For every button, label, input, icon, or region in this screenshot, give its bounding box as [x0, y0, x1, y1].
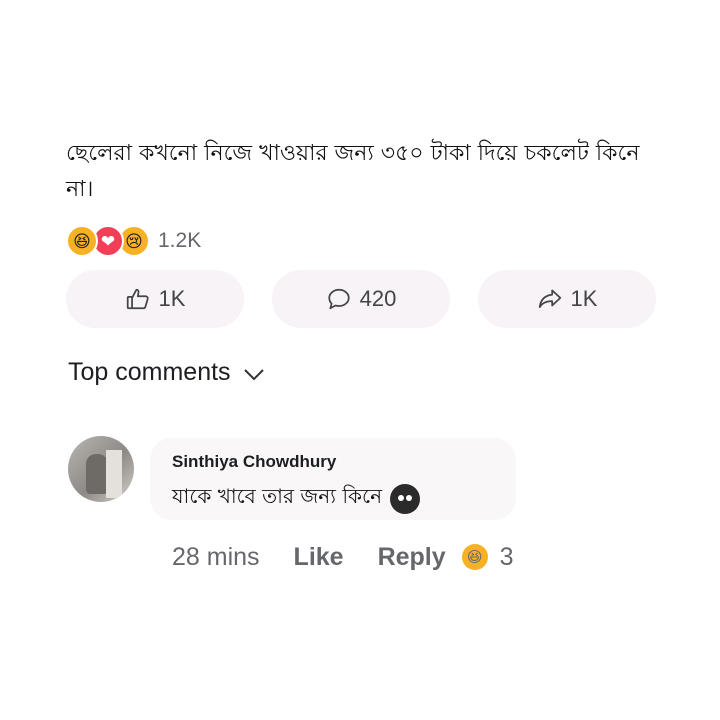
- like-button[interactable]: 1K: [66, 270, 244, 328]
- comment-like-button[interactable]: Like: [294, 543, 344, 572]
- chevron-down-icon: [243, 368, 264, 380]
- action-bar: 1K 420 1K: [66, 270, 656, 328]
- top-comments-filter[interactable]: Top comments: [68, 358, 265, 387]
- haha-icon[interactable]: 😆: [461, 544, 488, 570]
- share-count: 1K: [570, 286, 598, 311]
- comment-icon: [328, 288, 350, 310]
- avatar-figure: [86, 454, 108, 494]
- share-button[interactable]: 1K: [478, 270, 656, 328]
- comment-time: 28 mins: [172, 542, 260, 571]
- new-moon-face-icon: [390, 483, 421, 514]
- comment-reply-button[interactable]: Reply: [378, 543, 446, 572]
- like-count: 1K: [158, 286, 186, 311]
- comment-meta: 28 mins Like Reply 😆 3: [172, 540, 514, 574]
- comment-author[interactable]: Sinthiya Chowdhury: [172, 452, 336, 472]
- comment-body: যাকে খাবে তার জন্য কিনে: [172, 482, 421, 515]
- share-icon: [538, 289, 561, 308]
- comment-reaction-count[interactable]: 3: [500, 543, 514, 572]
- thumbs-up-icon: [126, 288, 149, 310]
- comment-count: 420: [359, 286, 397, 311]
- reaction-count: 1.2K: [158, 229, 202, 252]
- post-text: ছেলেরা কখনো নিজে খাওয়ার জন্য ৩৫০ টাকা দ…: [66, 141, 640, 202]
- avatar[interactable]: [68, 436, 134, 502]
- reactions-summary[interactable]: 😆 ❤ 😢 1.2K: [66, 224, 201, 258]
- comment-button[interactable]: 420: [272, 270, 450, 328]
- avatar-background: [106, 450, 122, 498]
- top-comments-label: Top comments: [68, 358, 231, 386]
- comment-text: যাকে খাবে তার জন্য কিনে: [172, 484, 383, 508]
- haha-icon: 😆: [66, 225, 98, 257]
